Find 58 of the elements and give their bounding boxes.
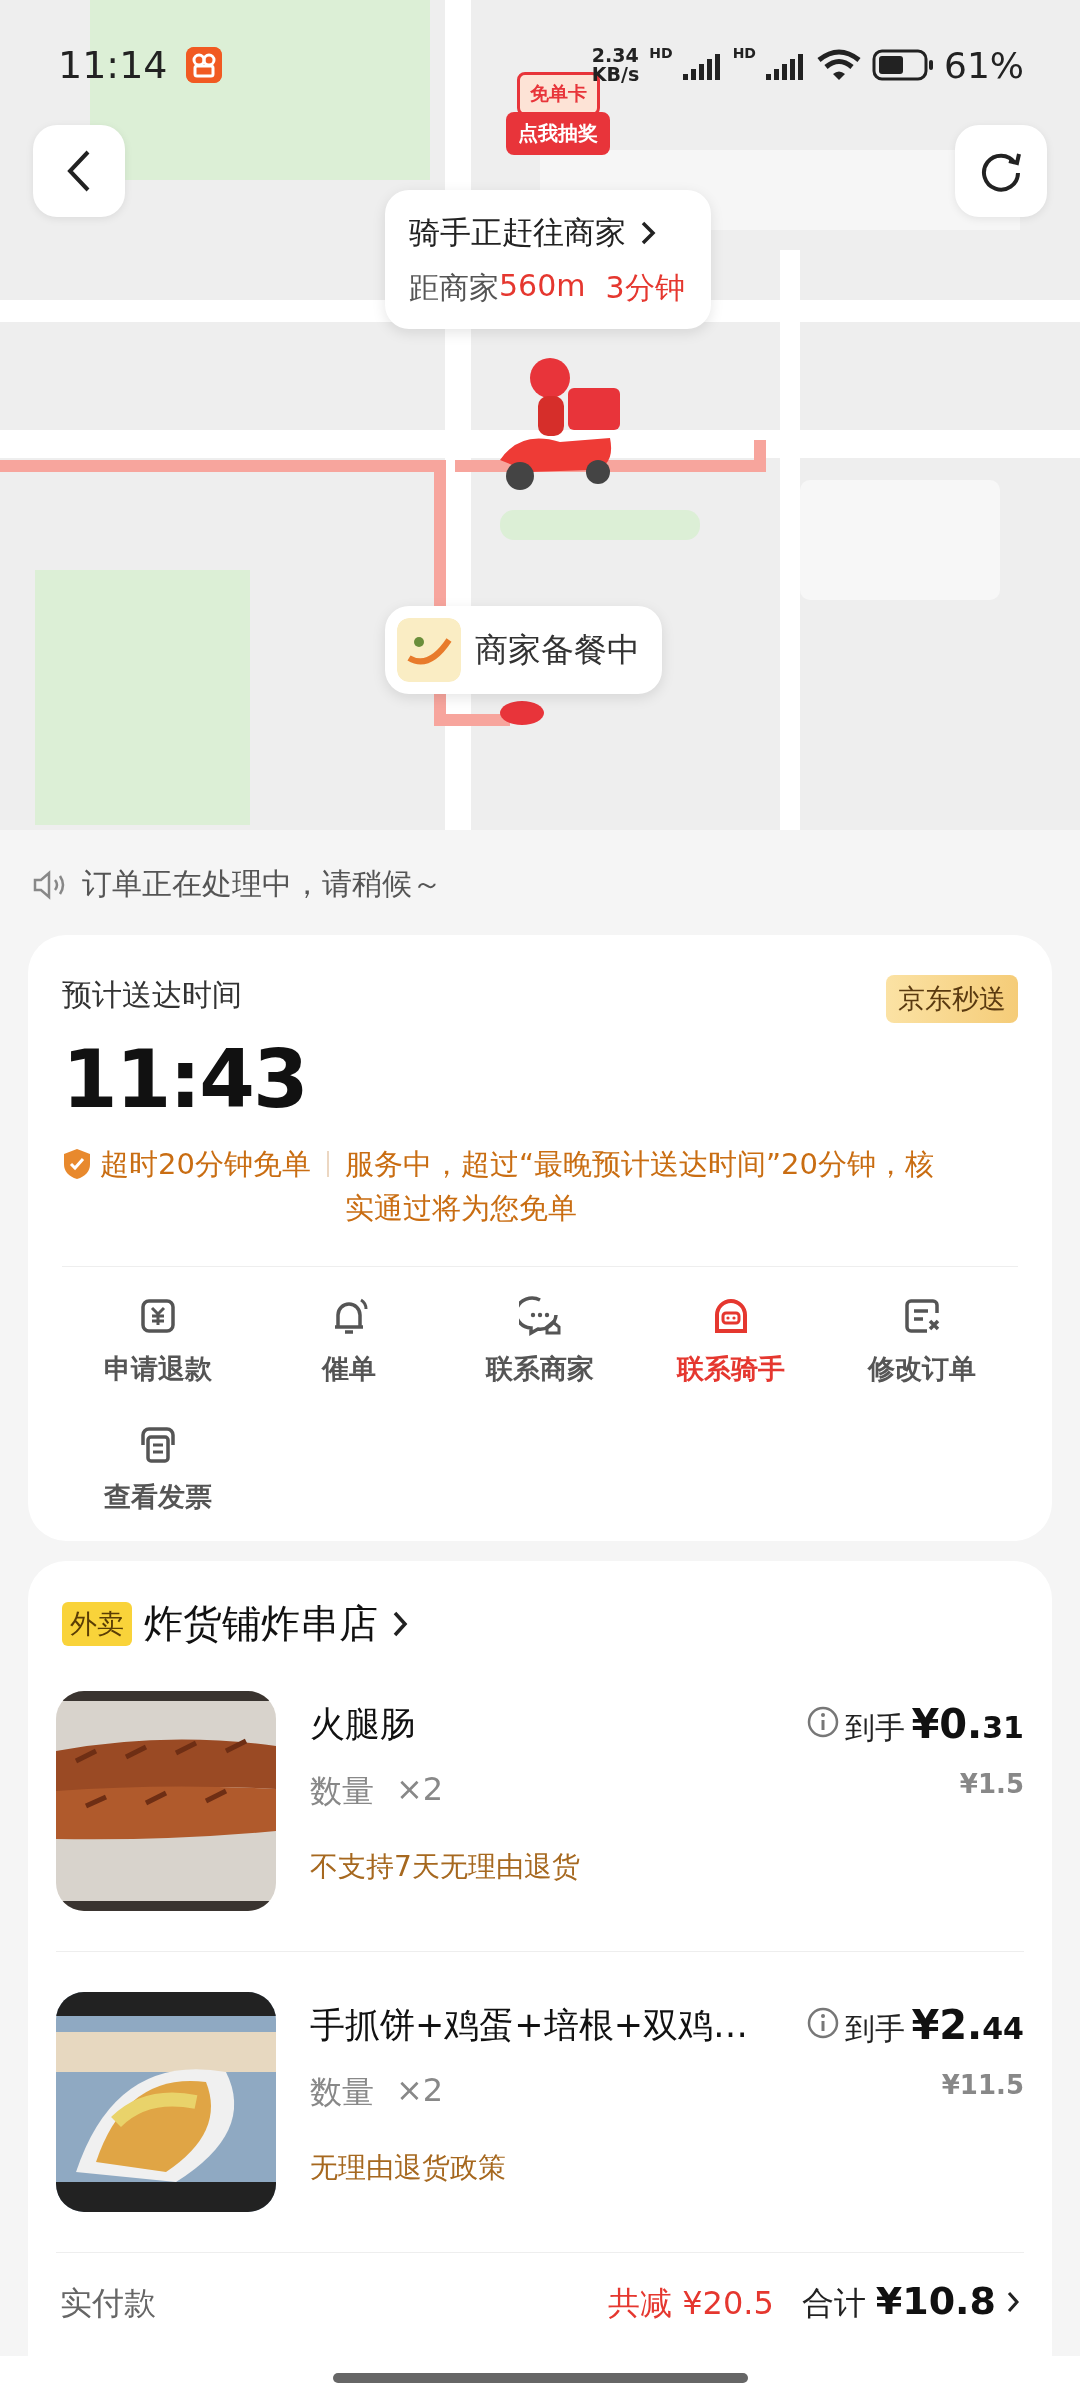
action-button[interactable]: 联系骑手	[635, 1295, 827, 1387]
price-label: 到手	[845, 1709, 906, 1747]
service-tag: 京东秒送	[886, 975, 1018, 1023]
back-icon	[66, 149, 92, 193]
eta-value: 3分钟	[605, 269, 685, 307]
action-button[interactable]: 修改订单	[826, 1295, 1018, 1387]
total-amount: ¥10.8	[875, 2279, 996, 2323]
paid-label: 实付款	[60, 2283, 157, 2324]
discount-label: 共减	[608, 2283, 673, 2324]
action-button[interactable]: 申请退款	[62, 1295, 254, 1387]
total-label: 合计	[801, 2283, 866, 2324]
distance-value: 560m	[499, 268, 586, 305]
rider-status-bubble[interactable]: 骑手正赶往商家 距商家560m 3分钟	[385, 190, 711, 329]
action-button[interactable]: 催单	[253, 1295, 445, 1387]
quantity-label: 数量	[310, 2072, 374, 2113]
network-speed: 2.34 KB/s	[591, 46, 640, 84]
order-notice: 订单正在处理中，请稍候～	[82, 865, 442, 903]
info-icon[interactable]	[807, 2007, 840, 2039]
eta-label: 预计送达时间	[62, 976, 242, 1014]
network-label: HD	[732, 44, 756, 61]
quantity-label: 数量	[310, 1771, 374, 1812]
return-policy: 无理由退货政策	[310, 2150, 507, 2186]
info-icon[interactable]	[807, 1706, 840, 1738]
chevron-icon	[640, 220, 656, 246]
shield-check-icon	[62, 1147, 92, 1181]
delivery-type-tag: 外卖	[62, 1602, 132, 1646]
discount-amount: ¥20.5	[682, 2284, 774, 2322]
store-name-link[interactable]: 炸货铺炸串店	[144, 1597, 408, 1651]
guarantee-text: 超时20分钟免单	[100, 1146, 311, 1183]
quantity-value: ×2	[396, 2071, 444, 2111]
refresh-button[interactable]	[955, 125, 1047, 217]
original-price: ¥11.5	[941, 2070, 1024, 2100]
battery-icon	[872, 49, 934, 81]
chat-bubble-icon	[519, 1295, 561, 1337]
app-icon	[185, 47, 222, 83]
price-label: 到手	[845, 2010, 906, 2048]
return-policy: 不支持7天无理由退货	[310, 1849, 581, 1885]
chevron-icon	[1006, 2290, 1020, 2314]
final-price: ¥2.44	[911, 2002, 1024, 2048]
chevron-icon	[392, 1610, 408, 1638]
merchant-status: 商家备餐中	[475, 628, 640, 671]
rider-status-link[interactable]: 骑手正赶往商家	[409, 212, 656, 254]
item-name: 手抓饼+鸡蛋+培根+双鸡…	[310, 2004, 749, 2047]
item-name: 火腿肠	[310, 1703, 416, 1746]
quantity-value: ×2	[396, 1770, 444, 1810]
delivery-time: 11:43	[62, 1033, 308, 1126]
battery-percent: 61%	[944, 44, 1024, 86]
status-time: 11:14	[58, 43, 168, 87]
action-button[interactable]: 联系商家	[444, 1295, 636, 1387]
wifi-icon	[816, 48, 862, 82]
back-button[interactable]	[33, 125, 125, 217]
guarantee-detail: 服务中，超过“最晚预计送达时间”20分钟，核实通过将为您免单	[344, 1146, 935, 1227]
original-price: ¥1.5	[959, 1769, 1024, 1799]
distance-label: 距商家	[409, 269, 499, 307]
store-logo	[397, 618, 461, 682]
action-button[interactable]: 查看发票	[62, 1423, 254, 1515]
network-label: HD	[649, 44, 673, 61]
final-price: ¥0.31	[911, 1701, 1024, 1747]
